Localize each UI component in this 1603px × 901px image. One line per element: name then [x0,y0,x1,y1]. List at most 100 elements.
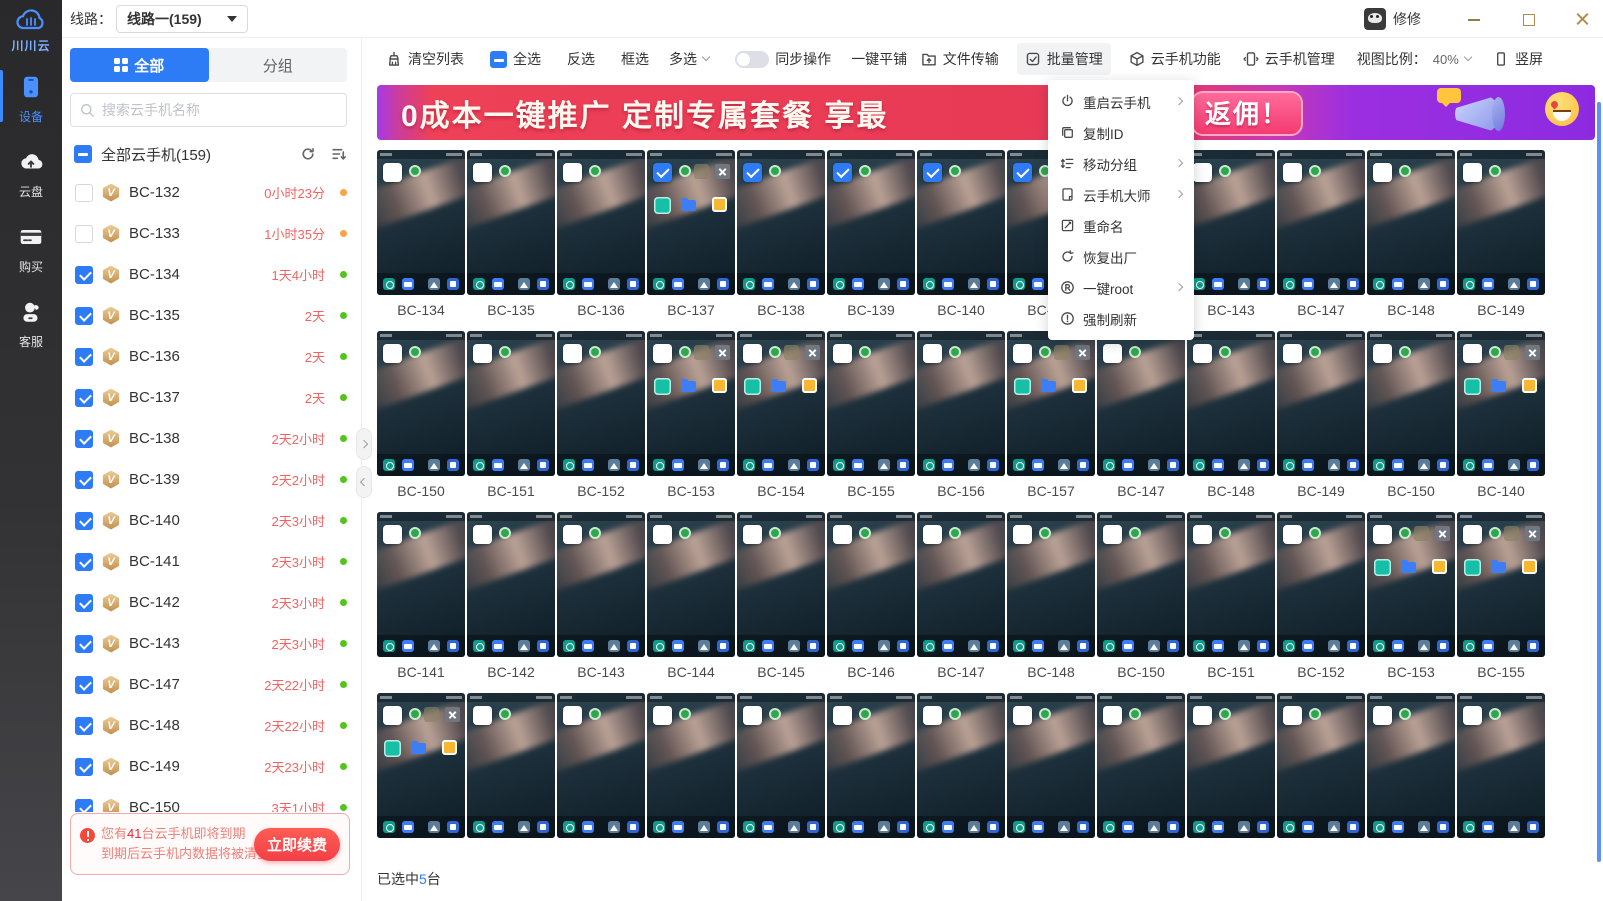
phone-card[interactable]: BC-150 [377,331,465,499]
phone-screen[interactable] [1187,693,1275,838]
device-checkbox[interactable] [75,635,93,653]
rail-item-云盘[interactable]: 云盘 [0,149,62,200]
phone-screen[interactable] [1457,512,1545,657]
card-checkbox[interactable] [563,525,582,544]
phone-card[interactable]: BC-137 [647,150,735,318]
phone-screen[interactable] [1007,693,1095,838]
promo-banner[interactable]: 0成本一键推广 定制专属套餐 享最 返佣！ [377,85,1595,140]
phone-card[interactable]: BC-147 [1097,331,1185,499]
avatar[interactable] [1364,8,1386,30]
batch-manage-button[interactable]: 批量管理 [1017,43,1111,75]
phone-screen[interactable] [647,693,735,838]
card-checkbox[interactable] [923,344,942,363]
device-row[interactable]: V BC-143 2天3小时 [62,623,361,664]
line-select-dropdown[interactable]: 线路一(159) [116,5,248,33]
phone-card[interactable]: BC-148 [1007,512,1095,680]
device-checkbox[interactable] [75,430,93,448]
phone-screen[interactable] [377,693,465,838]
phone-screen[interactable] [1097,693,1185,838]
device-checkbox[interactable] [75,553,93,571]
device-row[interactable]: V BC-134 1天4小时 [62,254,361,295]
phone-screen[interactable] [827,150,915,295]
phone-card[interactable]: BC-143 [1187,150,1275,318]
phone-card[interactable] [647,693,735,861]
phone-screen[interactable] [917,331,1005,476]
card-checkbox[interactable] [1373,525,1392,544]
card-checkbox[interactable] [833,706,852,725]
card-checkbox[interactable] [563,344,582,363]
device-checkbox[interactable] [75,471,93,489]
phone-screen[interactable] [1367,331,1455,476]
portrait-button[interactable]: 竖屏 [1489,43,1547,75]
phone-card[interactable]: BC-134 [377,150,465,318]
device-checkbox[interactable] [75,389,93,407]
card-checkbox[interactable] [1013,344,1032,363]
phone-screen[interactable] [737,512,825,657]
phone-card[interactable] [1187,693,1275,861]
device-row[interactable]: V BC-149 2天23小时 [62,746,361,787]
view-scale-control[interactable]: 视图比例： 40% [1353,43,1475,75]
sync-operation-toggle[interactable]: 同步操作 [731,43,835,75]
phone-card[interactable] [1097,693,1185,861]
device-row[interactable]: V BC-137 2天 [62,377,361,418]
card-checkbox[interactable] [653,525,672,544]
phone-card[interactable]: BC-148 [1367,150,1455,318]
toggle-off[interactable] [735,51,769,68]
phone-card[interactable]: BC-144 [647,512,735,680]
card-checkbox[interactable] [383,344,402,363]
card-checkbox[interactable] [923,163,942,182]
file-transfer-button[interactable]: 文件传输 [917,43,1003,75]
select-all-checkbox[interactable] [490,51,507,68]
device-row[interactable]: V BC-136 2天 [62,336,361,377]
phone-card[interactable]: BC-138 [737,150,825,318]
phone-screen[interactable] [1367,150,1455,295]
device-row[interactable]: V BC-148 2天22小时 [62,705,361,746]
renew-button[interactable]: 立即续费 [254,828,340,861]
refresh-icon[interactable] [300,146,316,162]
device-checkbox[interactable] [75,225,93,243]
phone-card[interactable]: BC-152 [557,331,645,499]
phone-screen[interactable] [1007,331,1095,476]
card-checkbox[interactable] [473,706,492,725]
close-icon[interactable] [1525,526,1540,541]
device-row[interactable]: V BC-138 2天2小时 [62,418,361,459]
phone-card[interactable]: BC-142 [467,512,555,680]
phone-screen[interactable] [647,331,735,476]
phone-card[interactable]: BC-150 [1097,512,1185,680]
box-select-button[interactable]: 框选 [617,43,653,75]
multi-select-button[interactable]: 多选 [665,43,713,75]
card-checkbox[interactable] [653,344,672,363]
card-checkbox[interactable] [1283,525,1302,544]
search-input[interactable] [102,102,337,118]
phone-screen[interactable] [377,150,465,295]
phone-card[interactable]: BC-157 [1007,331,1095,499]
device-row[interactable]: V BC-140 2天3小时 [62,500,361,541]
card-checkbox[interactable] [653,706,672,725]
card-checkbox[interactable] [1193,163,1212,182]
phone-screen[interactable] [917,512,1005,657]
phone-screen[interactable] [557,693,645,838]
menu-item[interactable]: 移动分组 [1048,148,1194,179]
phone-card[interactable]: BC-143 [557,512,645,680]
phone-card[interactable]: BC-140 [917,150,1005,318]
phone-screen[interactable] [557,150,645,295]
phone-card[interactable]: BC-155 [827,331,915,499]
tab-all[interactable]: 全部 [70,48,209,82]
tile-button[interactable]: 一键平铺 [847,43,911,75]
card-checkbox[interactable] [1373,706,1392,725]
device-checkbox[interactable] [75,594,93,612]
collapse-panel-button[interactable] [356,466,372,498]
card-checkbox[interactable] [1373,344,1392,363]
phone-screen[interactable] [1457,331,1545,476]
phone-card[interactable] [1367,693,1455,861]
menu-item[interactable]: 复制ID [1048,117,1194,148]
phone-card[interactable] [1457,693,1545,861]
phone-manage-button[interactable]: 云手机管理 [1239,43,1339,75]
phone-screen[interactable] [827,512,915,657]
card-checkbox[interactable] [743,706,762,725]
phone-card[interactable]: BC-154 [737,331,825,499]
close-icon[interactable] [715,345,730,360]
card-checkbox[interactable] [1013,163,1032,182]
close-icon[interactable] [715,164,730,179]
phone-screen[interactable] [557,512,645,657]
